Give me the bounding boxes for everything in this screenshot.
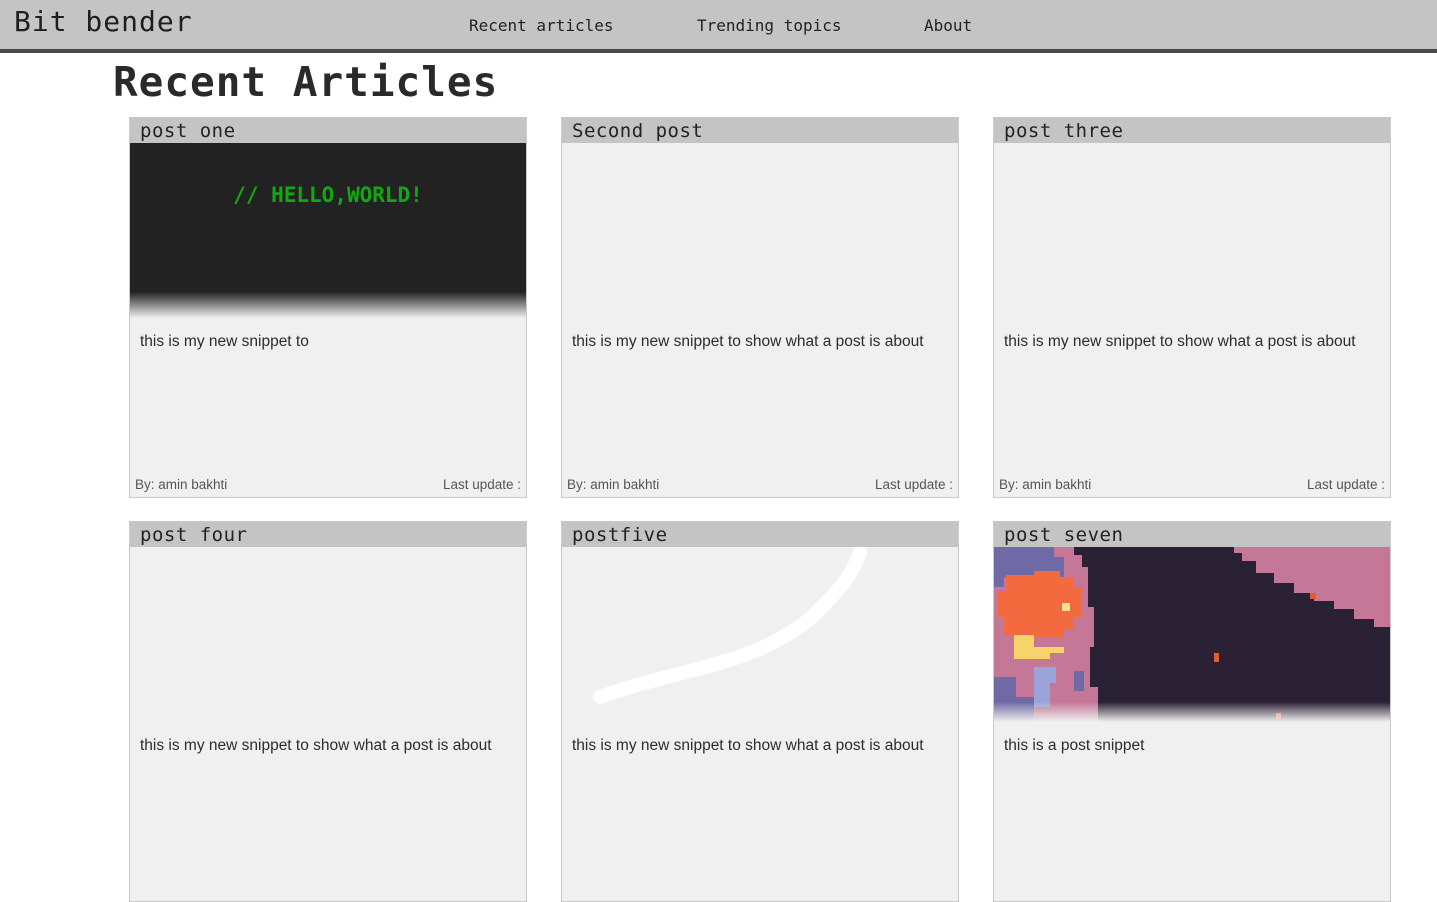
article-card[interactable]: Second post this is my new snippet to sh… xyxy=(561,117,959,498)
thumbnail-code-text: // HELLO,WORLD! xyxy=(233,183,423,207)
pixel-art-thumbnail-image xyxy=(994,547,1390,722)
card-last-update: Last update : xyxy=(1306,477,1385,492)
card-author: By: amin bakhti xyxy=(999,477,1092,492)
card-snippet: this is my new snippet to show what a po… xyxy=(1004,333,1356,350)
card-snippet: this is my new snippet to xyxy=(140,333,309,350)
card-title[interactable]: post three xyxy=(994,118,1390,143)
nav-about[interactable]: About xyxy=(924,16,972,35)
card-title[interactable]: post four xyxy=(130,522,526,547)
top-navbar: Bit bender Recent articles Trending topi… xyxy=(0,0,1437,53)
card-last-update: Last update : xyxy=(442,477,521,492)
card-snippet: this is a post snippet xyxy=(1004,737,1145,754)
stroke-thumbnail-image xyxy=(593,547,867,704)
thumbnail-fade xyxy=(994,702,1390,722)
article-card[interactable]: post seven this is a post snippet xyxy=(993,521,1391,902)
card-thumbnail[interactable] xyxy=(562,547,958,722)
card-title[interactable]: post seven xyxy=(994,522,1390,547)
card-thumbnail-empty xyxy=(130,547,526,722)
article-card[interactable]: postfive this is my new snippet to show … xyxy=(561,521,959,902)
brand-logo[interactable]: Bit bender xyxy=(14,5,193,38)
code-thumbnail-image xyxy=(130,143,526,318)
card-snippet: this is my new snippet to show what a po… xyxy=(140,737,492,754)
card-thumbnail-empty xyxy=(994,143,1390,318)
card-last-update: Last update : xyxy=(874,477,953,492)
card-author: By: amin bakhti xyxy=(135,477,228,492)
card-snippet: this is my new snippet to show what a po… xyxy=(572,333,924,350)
nav-recent-articles[interactable]: Recent articles xyxy=(469,16,614,35)
card-author: By: amin bakhti xyxy=(567,477,660,492)
card-title[interactable]: postfive xyxy=(562,522,958,547)
card-snippet: this is my new snippet to show what a po… xyxy=(572,737,924,754)
card-thumbnail[interactable]: // HELLO,WORLD! xyxy=(130,143,526,318)
nav-trending-topics[interactable]: Trending topics xyxy=(697,16,842,35)
card-title[interactable]: Second post xyxy=(562,118,958,143)
page-title: Recent Articles xyxy=(113,58,499,106)
article-card[interactable]: post three this is my new snippet to sho… xyxy=(993,117,1391,498)
card-title[interactable]: post one xyxy=(130,118,526,143)
article-card[interactable]: post one // HELLO,WORLD! this is my new … xyxy=(129,117,527,498)
article-card[interactable]: post four this is my new snippet to show… xyxy=(129,521,527,902)
card-thumbnail-empty xyxy=(562,143,958,318)
card-thumbnail[interactable] xyxy=(994,547,1390,722)
